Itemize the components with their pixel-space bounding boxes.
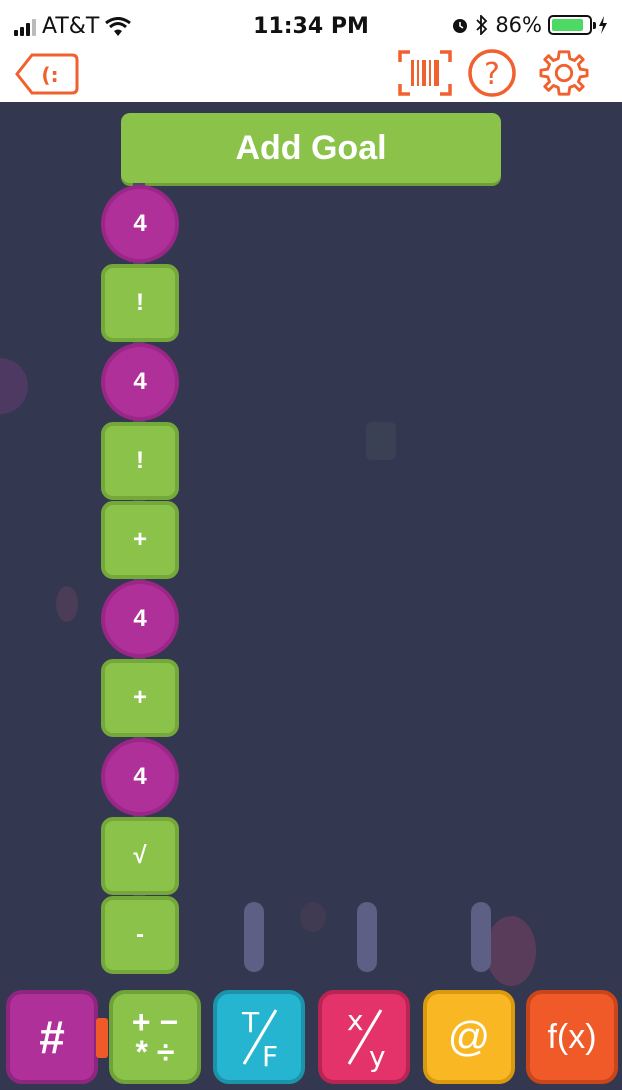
decorative-blob — [486, 916, 536, 986]
fraction-top: x — [347, 1004, 364, 1037]
operator-block[interactable]: ! — [101, 422, 179, 500]
at-tool-button[interactable]: @ — [423, 990, 515, 1084]
number-block[interactable]: 4 — [101, 185, 179, 263]
number-tool-label: # — [39, 1011, 65, 1063]
logic-top: T — [241, 1006, 260, 1039]
operator-block[interactable]: + — [101, 501, 179, 579]
battery-percent: 86% — [495, 13, 542, 37]
back-button[interactable]: (: — [14, 52, 80, 96]
battery-icon — [548, 15, 596, 35]
math-tool-button[interactable]: + − * ÷ — [109, 990, 201, 1084]
number-block[interactable]: 4 — [101, 580, 179, 658]
battery-fill — [552, 19, 583, 31]
decorative-blob — [366, 422, 396, 460]
math-tool-bottom: * ÷ — [135, 1034, 175, 1070]
operator-block[interactable]: √ — [101, 817, 179, 895]
number-block[interactable]: 4 — [101, 738, 179, 816]
math-tool-top: + − — [131, 1004, 179, 1040]
at-tool-label: @ — [447, 1013, 491, 1060]
operator-block[interactable]: + — [101, 659, 179, 737]
settings-icon[interactable] — [538, 48, 590, 98]
status-right: 86% — [451, 13, 608, 37]
decorative-blob — [0, 358, 28, 414]
function-tool-button[interactable]: f(x) — [526, 990, 618, 1084]
logic-tool-button[interactable]: T F — [213, 990, 305, 1084]
add-goal-button[interactable]: Add Goal — [121, 113, 501, 183]
true-false-icon: T F — [241, 1006, 278, 1073]
operator-block[interactable]: ! — [101, 264, 179, 342]
number-block[interactable]: 4 — [101, 343, 179, 421]
back-icon: (: — [15, 53, 79, 95]
fraction-bottom: y — [369, 1040, 386, 1073]
drop-slot[interactable] — [357, 902, 377, 972]
function-tool-label: f(x) — [547, 1017, 597, 1056]
decorative-blob — [300, 902, 326, 932]
svg-text:?: ? — [484, 57, 500, 92]
fraction-icon: x y — [347, 1004, 386, 1073]
number-tool-button[interactable]: # — [6, 990, 98, 1084]
charging-icon — [599, 16, 607, 34]
logic-bottom: F — [262, 1040, 278, 1073]
status-bar: AT&T 11:34 PM 86% — [0, 0, 622, 48]
drop-slot[interactable] — [244, 902, 264, 972]
app-header: (: ? — [0, 48, 622, 102]
block-toolbar: # + − * ÷ T F x y @ f(x) — [0, 988, 622, 1090]
toolbar-edge-marker — [96, 1018, 108, 1058]
drop-slot[interactable] — [471, 902, 491, 972]
barcode-icon[interactable] — [397, 48, 453, 98]
back-glyph: (: — [41, 63, 58, 87]
alarm-icon — [453, 19, 468, 33]
operator-block[interactable]: - — [101, 896, 179, 974]
decorative-blob — [56, 586, 78, 622]
bluetooth-icon — [476, 15, 488, 35]
workspace-canvas[interactable]: Add Goal 4 ! 4 ! + 4 + 4 √ - — [0, 102, 622, 1090]
help-icon[interactable]: ? — [467, 48, 517, 98]
fraction-tool-button[interactable]: x y — [318, 990, 410, 1084]
